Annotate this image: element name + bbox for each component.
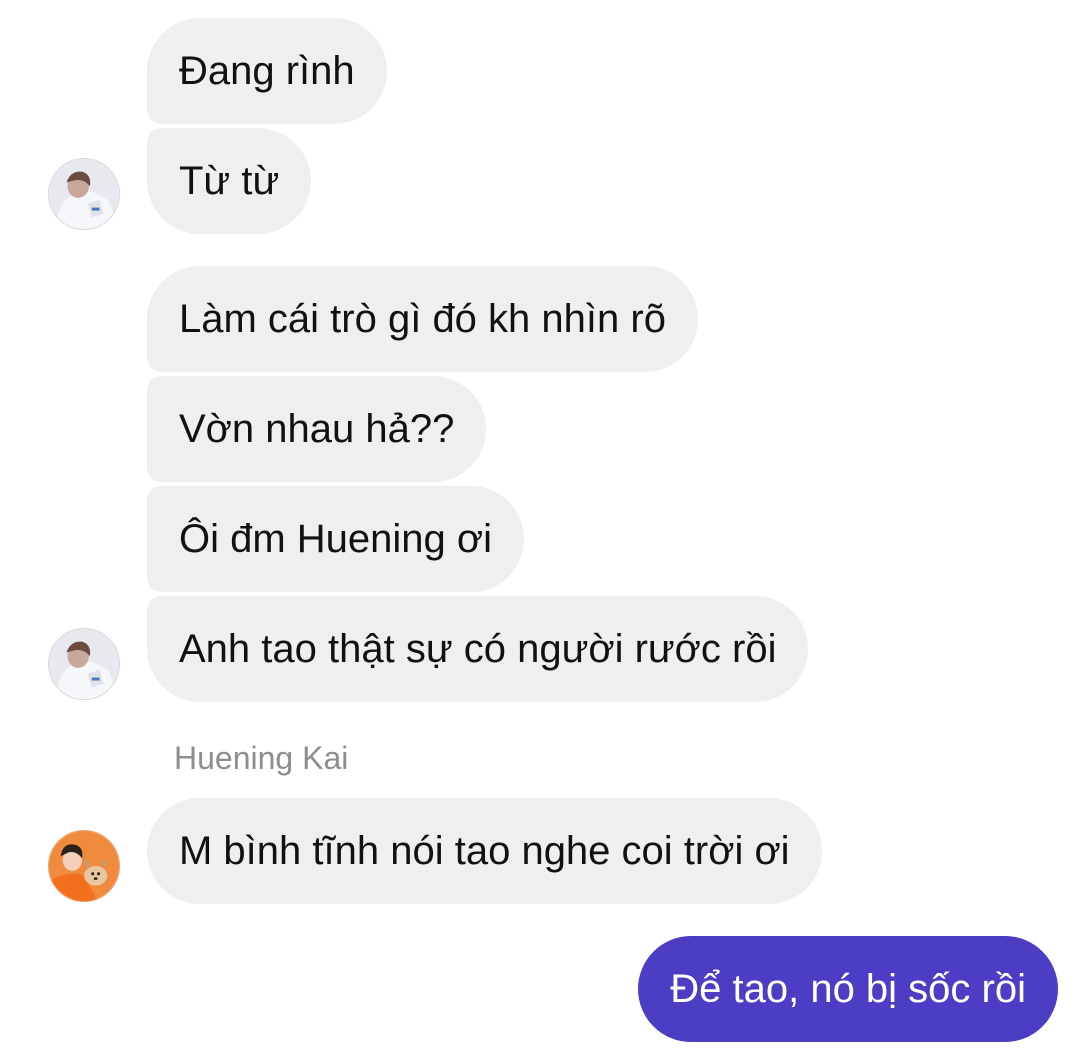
- message-bubble[interactable]: Anh tao thật sự có người rước rồi: [147, 596, 809, 702]
- message-bubble[interactable]: Ôi đm Huening ơi: [147, 486, 525, 592]
- white-hoodie-person-avatar-icon: [49, 159, 119, 229]
- message-text: Anh tao thật sự có người rước rồi: [179, 627, 777, 671]
- message-text: Vờn nhau hả??: [179, 407, 455, 451]
- message-bubble[interactable]: Vờn nhau hả??: [147, 376, 487, 482]
- message-text: Ôi đm Huening ơi: [179, 517, 493, 561]
- message-text: M bình tĩnh nói tao nghe coi trời ơi: [179, 829, 790, 873]
- message-bubble[interactable]: Làm cái trò gì đó kh nhìn rõ: [147, 266, 698, 372]
- outgoing-message-bubble[interactable]: Để tao, nó bị sốc rồi: [638, 936, 1058, 1042]
- message-bubble[interactable]: Từ từ: [147, 128, 312, 234]
- white-hoodie-person-avatar-icon: [49, 629, 119, 699]
- message-text: Từ từ: [179, 159, 280, 203]
- message-bubble[interactable]: M bình tĩnh nói tao nghe coi trời ơi: [147, 798, 822, 904]
- contact-avatar[interactable]: [48, 830, 120, 902]
- message-text: Đang rình: [179, 49, 355, 93]
- contact-avatar[interactable]: [48, 158, 120, 230]
- person-with-dog-avatar-icon: [49, 831, 119, 901]
- message-bubble[interactable]: Đang rình: [147, 18, 387, 124]
- message-text: Làm cái trò gì đó kh nhìn rõ: [179, 297, 666, 341]
- sender-name: Huening Kai: [174, 740, 349, 776]
- message-text: Để tao, nó bị sốc rồi: [670, 967, 1026, 1011]
- contact-avatar[interactable]: [48, 628, 120, 700]
